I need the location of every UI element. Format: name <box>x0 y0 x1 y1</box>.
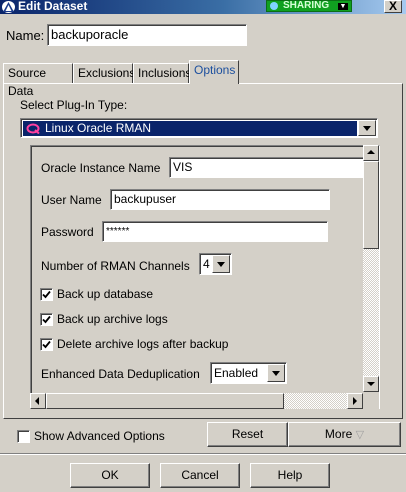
plugin-type-label: Select Plug-In Type: <box>20 98 128 112</box>
plugin-type-select[interactable]: Linux Oracle RMAN <box>20 118 378 138</box>
checkmark-icon <box>42 315 51 324</box>
horizontal-scroll-thumb[interactable] <box>46 393 284 409</box>
ok-button[interactable]: OK <box>70 463 150 488</box>
tab-options[interactable]: Options <box>189 60 239 84</box>
show-advanced-checkbox[interactable] <box>17 430 30 443</box>
delete-archive-logs-checkbox[interactable] <box>40 338 53 351</box>
dedup-label: Enhanced Data Deduplication <box>41 367 200 381</box>
password-label: Password <box>41 225 94 239</box>
sharing-dropdown[interactable]: SHARING ▼ <box>266 0 352 12</box>
backup-database-label: Back up database <box>57 287 154 301</box>
more-label: More <box>324 427 353 441</box>
horizontal-scrollbar[interactable] <box>30 393 363 409</box>
instance-name-input[interactable]: VIS <box>169 157 365 178</box>
instance-name-label: Oracle Instance Name <box>41 161 161 175</box>
scroll-down-button[interactable] <box>363 376 379 392</box>
help-button[interactable]: Help <box>250 463 330 488</box>
backup-archive-logs-label: Back up archive logs <box>57 312 168 326</box>
vertical-scrollbar[interactable] <box>363 145 379 392</box>
globe-icon <box>270 2 278 10</box>
plugin-selected-value: Linux Oracle RMAN <box>23 121 357 136</box>
window-title: Edit Dataset <box>18 0 88 13</box>
rman-channels-dropdown-button[interactable] <box>212 255 230 273</box>
dedup-dropdown-button[interactable] <box>267 364 285 382</box>
cancel-button[interactable]: Cancel <box>160 463 240 488</box>
chevron-down-icon: ▼ <box>338 3 348 10</box>
sharing-label: SHARING <box>283 0 330 11</box>
scroll-right-button[interactable] <box>347 393 363 409</box>
user-name-input[interactable]: backupuser <box>110 189 330 210</box>
scroll-up-button[interactable] <box>363 145 379 161</box>
plugin-dropdown-button[interactable] <box>358 120 376 136</box>
triangle-down-icon: ▽ <box>355 429 365 441</box>
scroll-corner <box>363 393 379 409</box>
rman-channels-value: 4 <box>203 257 210 271</box>
app-logo-icon <box>2 1 15 13</box>
more-button[interactable]: More ▽ <box>288 422 401 447</box>
dedup-select[interactable]: Enabled <box>210 362 287 384</box>
bottom-separator <box>0 453 406 455</box>
oracle-rman-icon <box>26 123 40 135</box>
backup-archive-logs-checkbox[interactable] <box>40 313 53 326</box>
name-label: Name: <box>6 28 45 43</box>
rman-channels-select[interactable]: 4 <box>199 253 232 275</box>
plugin-selected-label: Linux Oracle RMAN <box>45 121 152 135</box>
close-button[interactable]: X <box>384 0 402 13</box>
checkmark-icon <box>42 290 51 299</box>
scroll-left-button[interactable] <box>30 393 46 409</box>
tab-exclusions[interactable]: Exclusions <box>73 63 135 83</box>
backup-database-checkbox[interactable] <box>40 288 53 301</box>
tab-inclusions[interactable]: Inclusions <box>133 63 191 83</box>
name-input[interactable]: backuporacle <box>47 24 247 46</box>
user-name-label: User Name <box>41 193 102 207</box>
reset-button[interactable]: Reset <box>207 422 288 447</box>
tab-source-data[interactable]: Source Data <box>3 63 73 98</box>
rman-channels-label: Number of RMAN Channels <box>41 259 190 273</box>
dedup-value: Enabled <box>214 366 259 380</box>
title-bar: Edit Dataset SHARING ▼ X <box>0 0 406 14</box>
password-input[interactable]: ****** <box>102 221 328 242</box>
vertical-scroll-thumb[interactable] <box>363 161 379 249</box>
checkmark-icon <box>42 340 51 349</box>
show-advanced-label: Show Advanced Options <box>34 429 165 443</box>
delete-archive-logs-label: Delete archive logs after backup <box>57 337 229 351</box>
